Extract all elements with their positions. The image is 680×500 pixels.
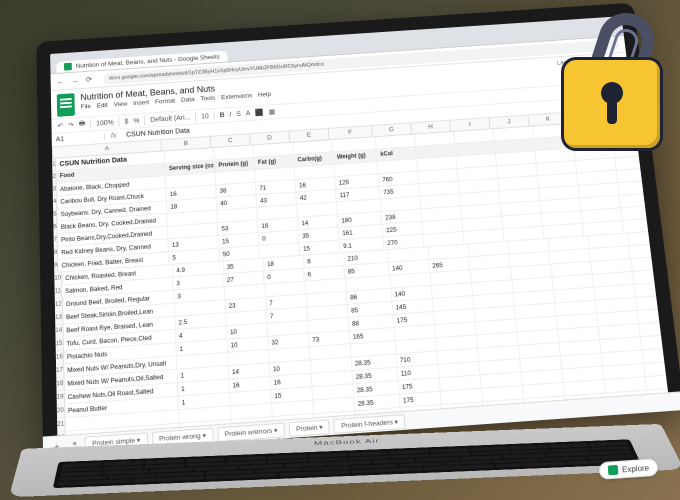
menu-view[interactable]: View — [114, 101, 128, 108]
forward-icon[interactable]: → — [71, 76, 79, 85]
borders-icon[interactable]: ▦ — [268, 108, 275, 116]
row-header[interactable]: 20 — [57, 405, 65, 418]
keyboard — [53, 439, 641, 488]
row-header[interactable]: 12 — [55, 298, 63, 311]
cell[interactable] — [644, 361, 670, 376]
menu-file[interactable]: File — [81, 103, 91, 110]
sheets-favicon-icon — [64, 63, 72, 71]
fill-color-icon[interactable]: ⬛ — [255, 109, 264, 117]
menu-tools[interactable]: Tools — [200, 95, 215, 103]
menu-insert[interactable]: Insert — [133, 99, 149, 107]
redo-icon[interactable]: ↷ — [68, 121, 74, 129]
sheet-tab[interactable]: Protein f-headers ▾ — [333, 414, 405, 434]
cell[interactable] — [640, 334, 669, 349]
cell[interactable] — [634, 282, 669, 297]
undo-icon[interactable]: ↶ — [57, 122, 63, 130]
menu-help[interactable]: Help — [258, 91, 271, 98]
row-header[interactable]: 19 — [57, 391, 65, 404]
italic-icon[interactable]: I — [229, 111, 231, 118]
spreadsheet-grid[interactable]: ABCDEFGHIJKLMN1CSUN Nutrition Data2FoodS… — [52, 108, 670, 448]
cell[interactable] — [619, 180, 660, 194]
explore-button[interactable]: Explore — [598, 458, 658, 480]
cell[interactable] — [645, 374, 669, 389]
cell[interactable] — [668, 228, 670, 243]
print-icon[interactable]: 🖶 — [79, 119, 86, 130]
back-icon[interactable]: ← — [56, 77, 64, 86]
explore-icon — [608, 465, 619, 475]
row-header[interactable]: 10 — [54, 272, 62, 284]
reload-icon[interactable]: ⟳ — [86, 75, 93, 84]
cell[interactable] — [660, 190, 670, 204]
cell[interactable] — [616, 156, 657, 170]
cell[interactable] — [617, 168, 658, 182]
row-header[interactable]: 18 — [56, 378, 64, 391]
row-header[interactable]: 15 — [56, 338, 64, 351]
sheets-logo-icon[interactable] — [57, 93, 75, 117]
row-header[interactable]: 21 — [57, 418, 65, 431]
row-header[interactable]: 17 — [56, 364, 64, 377]
row-header[interactable]: 14 — [55, 325, 63, 338]
cell[interactable] — [669, 241, 670, 256]
cell[interactable] — [629, 243, 670, 258]
nav-icons: ← → ⟳ — [56, 75, 97, 86]
cell[interactable] — [636, 295, 670, 310]
zoom-select[interactable]: 100% — [96, 119, 114, 127]
bold-icon[interactable]: B — [219, 112, 224, 119]
name-box[interactable]: A1 — [52, 133, 105, 143]
menu-data[interactable]: Data — [181, 96, 195, 103]
cell[interactable] — [637, 308, 669, 323]
row-header[interactable]: 16 — [56, 351, 64, 364]
cell[interactable] — [620, 193, 661, 207]
cell[interactable] — [663, 215, 670, 229]
menu-extensions[interactable]: Extensions — [221, 93, 252, 102]
unlocked-padlock-icon — [558, 6, 668, 156]
fx-icon: fx — [105, 132, 122, 140]
laptop-model-label: MacBook Air — [314, 438, 380, 447]
cell[interactable] — [658, 178, 670, 192]
cell[interactable] — [623, 218, 664, 232]
cell[interactable] — [656, 165, 669, 179]
cell[interactable] — [661, 203, 669, 217]
cell[interactable] — [633, 269, 670, 284]
cell[interactable] — [631, 256, 670, 271]
text-color-icon[interactable]: A — [246, 110, 251, 117]
sheet-tab[interactable]: Protein ▾ — [288, 419, 330, 437]
cell[interactable] — [639, 321, 670, 336]
strike-icon[interactable]: S — [236, 111, 241, 118]
cell[interactable] — [622, 206, 663, 220]
font-size[interactable]: 10 — [201, 113, 209, 120]
row-header[interactable]: 13 — [55, 311, 63, 324]
cell[interactable] — [628, 231, 669, 246]
cell[interactable] — [642, 348, 670, 363]
font-select[interactable]: Default (Ari... — [150, 114, 190, 123]
menu-format[interactable]: Format — [155, 98, 175, 106]
menu-edit[interactable]: Edit — [97, 102, 108, 109]
